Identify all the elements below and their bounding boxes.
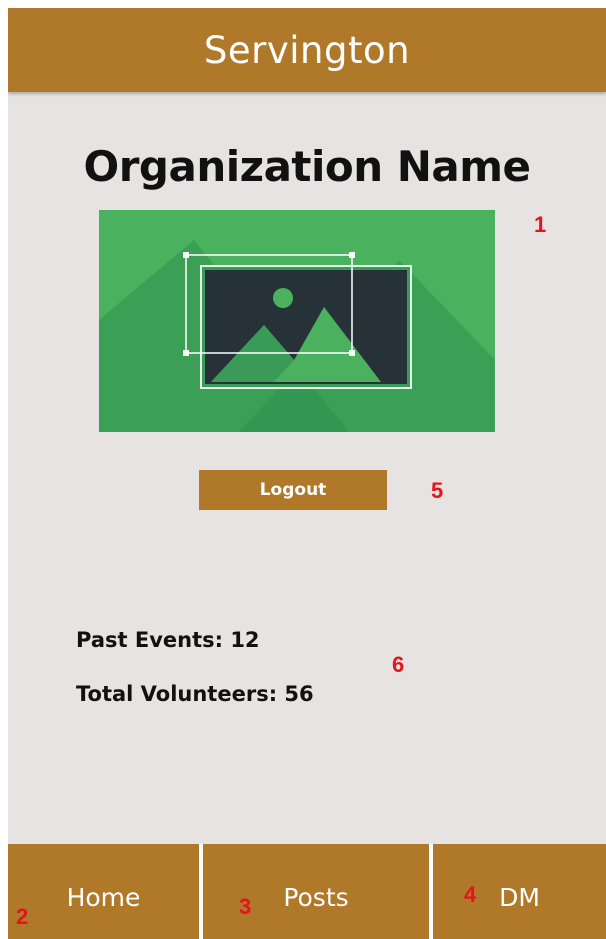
logout-button[interactable]: Logout: [199, 470, 387, 510]
app-header: Servington: [8, 8, 606, 92]
organization-image: [99, 210, 495, 432]
tab-dm[interactable]: DM 4: [433, 844, 606, 939]
app-screen: Servington Organization Name 1 Logout 5 …: [8, 8, 606, 939]
marker-stats: 6: [392, 652, 405, 677]
tab-posts[interactable]: Posts 3: [203, 844, 429, 939]
total-volunteers-stat: Total Volunteers: 56: [76, 682, 314, 706]
bottom-nav: Home 2 Posts 3 DM 4: [8, 844, 606, 939]
tab-posts-label: Posts: [283, 883, 349, 912]
organization-name: Organization Name: [83, 142, 532, 191]
tab-dm-label: DM: [499, 883, 540, 912]
image-placeholder-icon: [99, 210, 495, 432]
marker-image: 1: [534, 212, 547, 237]
marker-home: 2: [16, 904, 29, 929]
tab-home-label: Home: [66, 883, 141, 912]
app-title: Servington: [203, 28, 411, 72]
marker-logout: 5: [431, 478, 444, 503]
marker-dm: 4: [464, 882, 477, 907]
marker-posts: 3: [239, 894, 252, 919]
past-events-stat: Past Events: 12: [76, 628, 260, 652]
tab-home[interactable]: Home 2: [8, 844, 199, 939]
